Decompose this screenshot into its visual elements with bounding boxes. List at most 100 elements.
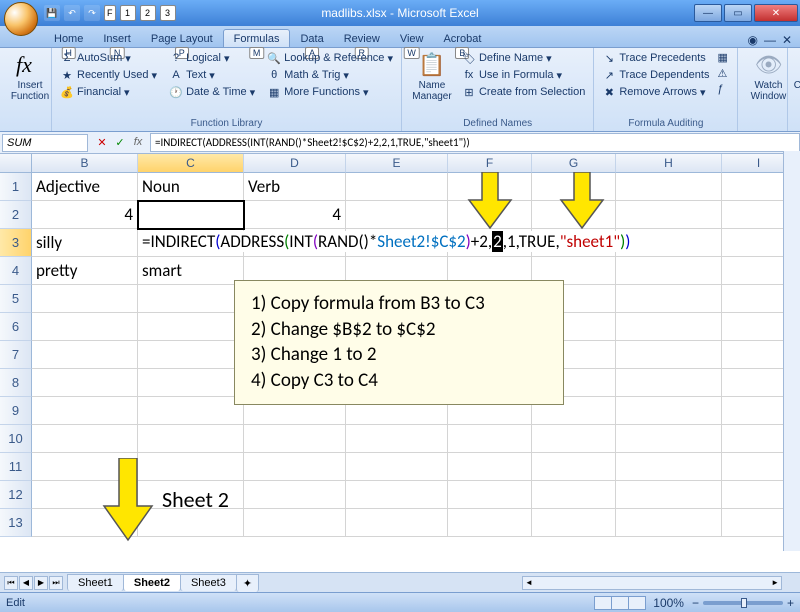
zoom-level[interactable]: 100% — [653, 596, 684, 610]
zoom-in-button[interactable]: + — [787, 596, 794, 610]
tab-data[interactable]: DataA — [290, 30, 333, 47]
view-page-break-icon[interactable] — [628, 596, 646, 610]
office-button[interactable] — [4, 2, 38, 36]
enter-formula-icon[interactable]: ✓ — [112, 136, 128, 149]
view-normal-icon[interactable] — [594, 596, 612, 610]
formula-input[interactable]: =INDIRECT(ADDRESS(INT(RAND()*Sheet2!$C$2… — [150, 133, 800, 152]
row-header-8[interactable]: 8 — [0, 369, 32, 397]
ribbon-minimize-icon[interactable]: — — [764, 33, 776, 47]
datetime-button[interactable]: 🕐Date & Time ▾ — [167, 84, 257, 100]
tab-nav-first-icon[interactable]: ⏮ — [4, 576, 18, 590]
evaluate-icon[interactable]: ƒ — [715, 82, 731, 96]
lookup-button[interactable]: 🔍Lookup & Reference ▾ — [265, 50, 395, 66]
cell-c1[interactable]: Noun — [138, 173, 244, 201]
create-from-selection-button[interactable]: ⊞Create from Selection — [460, 84, 587, 100]
show-formulas-icon[interactable]: ▦ — [715, 50, 731, 65]
view-page-layout-icon[interactable] — [611, 596, 629, 610]
cell-b3[interactable]: silly — [32, 229, 138, 257]
col-header-d[interactable]: D — [244, 154, 346, 173]
sheet-tab-sheet3[interactable]: Sheet3 — [180, 574, 237, 591]
row-header-2[interactable]: 2 — [0, 201, 32, 229]
col-header-e[interactable]: E — [346, 154, 448, 173]
cell-d2[interactable]: 4 — [244, 201, 346, 229]
cell-d1[interactable]: Verb — [244, 173, 346, 201]
formula-editing-overlay[interactable]: =INDIRECT(ADDRESS(INT(RAND()*Sheet2!$C$2… — [140, 231, 632, 252]
autosum-button[interactable]: ΣAutoSum ▾ — [58, 50, 159, 66]
workbook-close-icon[interactable]: ✕ — [782, 33, 792, 47]
cell-h1[interactable] — [616, 173, 722, 201]
fx-button-icon[interactable]: fx — [130, 136, 146, 149]
row-header-11[interactable]: 11 — [0, 453, 32, 481]
row-header-1[interactable]: 1 — [0, 173, 32, 201]
cell-b4[interactable]: pretty — [32, 257, 138, 285]
worksheet-grid[interactable]: B C D E F G H I 1 2 3 4 5 6 7 8 9 10 11 … — [0, 154, 800, 572]
tab-nav-next-icon[interactable]: ▶ — [34, 576, 48, 590]
error-check-icon[interactable]: ⚠ — [715, 66, 731, 81]
select-all-corner[interactable] — [0, 154, 32, 173]
row-header-13[interactable]: 13 — [0, 509, 32, 537]
cell-b1[interactable]: Adjective — [32, 173, 138, 201]
watch-window-button[interactable]: 👁 Watch Window — [744, 50, 792, 104]
col-header-b[interactable]: B — [32, 154, 138, 173]
financial-button[interactable]: 💰Financial ▾ — [58, 84, 159, 100]
remove-arrows-button[interactable]: ✖Remove Arrows ▾ — [600, 84, 711, 100]
close-button[interactable]: ✕ — [754, 4, 798, 22]
zoom-slider[interactable] — [703, 601, 783, 605]
col-header-c[interactable]: C — [138, 154, 244, 173]
cell-h4[interactable] — [616, 257, 722, 285]
zoom-out-button[interactable]: − — [692, 596, 699, 610]
tab-page-layout[interactable]: Page LayoutP — [141, 30, 223, 47]
name-manager-button[interactable]: 📋 Name Manager — [408, 50, 456, 104]
group-formula-auditing: Formula Auditing — [600, 117, 731, 130]
row-header-3[interactable]: 3 — [0, 229, 32, 257]
math-button[interactable]: θMath & Trig ▾ — [265, 67, 395, 83]
row-header-7[interactable]: 7 — [0, 341, 32, 369]
trace-precedents-button[interactable]: ↘Trace Precedents — [600, 50, 711, 66]
row-header-5[interactable]: 5 — [0, 285, 32, 313]
more-functions-button[interactable]: ▦More Functions ▾ — [265, 84, 395, 100]
col-header-f[interactable]: F — [448, 154, 532, 173]
recently-used-button[interactable]: ★Recently Used ▾ — [58, 67, 159, 83]
name-box[interactable]: SUM — [2, 134, 88, 152]
qat-undo-icon[interactable]: ↶ — [64, 5, 80, 21]
tab-view[interactable]: ViewW — [390, 30, 434, 47]
maximize-button[interactable]: ▭ — [724, 4, 752, 22]
define-name-button[interactable]: 🏷Define Name ▾ — [460, 50, 587, 66]
cell-c2[interactable]: 4 — [138, 201, 244, 229]
use-in-formula-button[interactable]: fxUse in Formula ▾ — [460, 67, 587, 83]
row-header-6[interactable]: 6 — [0, 313, 32, 341]
sheet-tab-sheet2[interactable]: Sheet2 — [123, 574, 181, 591]
row-header-4[interactable]: 4 — [0, 257, 32, 285]
sheet-tab-sheet1[interactable]: Sheet1 — [67, 574, 124, 591]
col-header-h[interactable]: H — [616, 154, 722, 173]
tab-acrobat[interactable]: AcrobatB — [433, 30, 491, 47]
cell-b2[interactable]: 4 — [32, 201, 138, 229]
tab-nav-prev-icon[interactable]: ◀ — [19, 576, 33, 590]
trace-dependents-button[interactable]: ↗Trace Dependents — [600, 67, 711, 83]
cell-h2[interactable] — [616, 201, 722, 229]
tab-insert[interactable]: InsertN — [93, 30, 141, 47]
cancel-formula-icon[interactable]: ✕ — [94, 136, 110, 149]
col-header-g[interactable]: G — [532, 154, 616, 173]
tab-formulas[interactable]: FormulasM — [223, 29, 291, 47]
horizontal-scrollbar[interactable] — [522, 576, 782, 590]
help-icon[interactable]: ◉ — [747, 33, 757, 47]
cell-c4[interactable]: smart — [138, 257, 244, 285]
text-button[interactable]: AText ▾ — [167, 67, 257, 83]
minimize-button[interactable]: — — [694, 4, 722, 22]
row-header-10[interactable]: 10 — [0, 425, 32, 453]
row-header-9[interactable]: 9 — [0, 397, 32, 425]
row-header-12[interactable]: 12 — [0, 481, 32, 509]
new-sheet-button[interactable]: ✦ — [236, 574, 259, 592]
tab-nav-last-icon[interactable]: ⏭ — [49, 576, 63, 590]
qat-redo-icon[interactable]: ↷ — [84, 5, 100, 21]
cell-e2[interactable] — [346, 201, 448, 229]
tab-home[interactable]: HomeH — [44, 30, 93, 47]
vertical-scrollbar[interactable] — [783, 151, 800, 551]
logical-button[interactable]: ?Logical ▾ — [167, 50, 257, 66]
cell-e1[interactable] — [346, 173, 448, 201]
tab-review[interactable]: ReviewR — [334, 30, 390, 47]
insert-function-button[interactable]: fx Insert Function — [6, 50, 54, 104]
calc-options-button[interactable]: ⚙ Calculation Options — [794, 50, 800, 104]
qat-save-icon[interactable]: 💾 — [44, 5, 60, 21]
